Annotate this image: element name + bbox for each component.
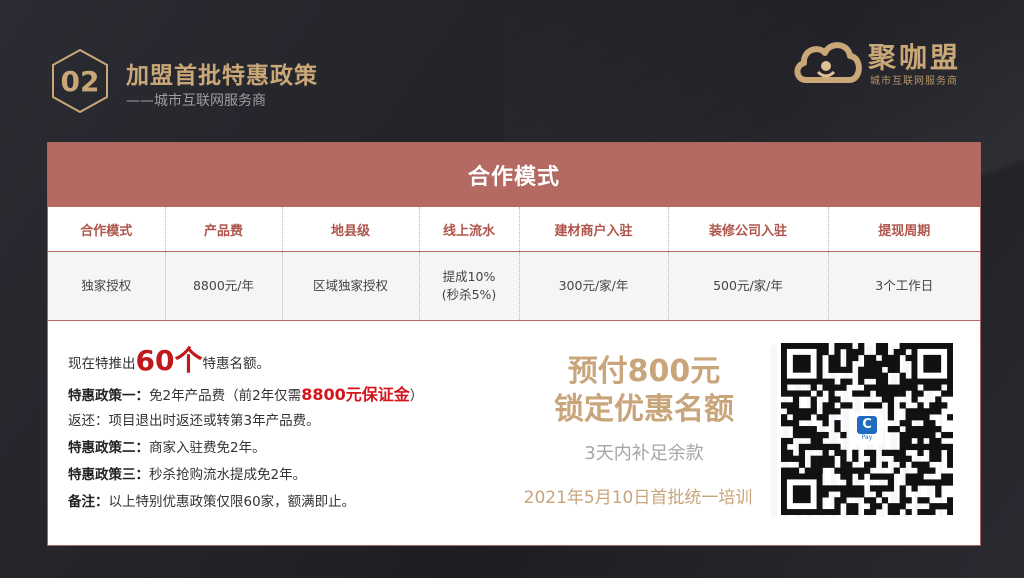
promo-headline: 预付800元 锁定优惠名额 (526, 353, 762, 429)
pay-label: Pay (861, 434, 873, 441)
policy-one-text: 免2年产品费（前2年仅需 (149, 388, 302, 404)
policy-two-label: 特惠政策二： (68, 440, 149, 456)
policy-intro: 现在特推出60个特惠名额。 (68, 343, 538, 379)
policy-three-text: 秒杀抢购流水提成免2年。 (149, 467, 307, 483)
promo-training: 2021年5月10日首批统一培训 (523, 488, 753, 508)
qr-code[interactable]: C Pay (771, 343, 953, 517)
policy-three-label: 特惠政策三： (68, 467, 149, 483)
brand-logo: 聚咖盟 城市互联网服务商 (792, 36, 992, 87)
policy-note: 备注：以上特别优惠政策仅限60家，额满即止。 (68, 489, 538, 516)
table-row: 独家授权 8800元/年 区域独家授权 提成10% (秒杀5%) 300元/家/… (48, 251, 980, 321)
policy-one-close: ） (409, 388, 424, 404)
promo-line-prepay: 预付800元 (567, 354, 721, 389)
page-subtitle: ——城市互联网服务商 (126, 93, 266, 109)
cooperation-table: 合作模式 产品费 地县级 线上流水 建材商户入驻 装修公司入驻 提现周期 独家授… (48, 207, 980, 321)
table-header: 合作模式 (48, 207, 166, 252)
policy-one-label: 特惠政策一： (68, 388, 149, 404)
table-header: 线上流水 (419, 207, 520, 252)
table-cell: 3个工作日 (828, 251, 980, 321)
brand-name: 聚咖盟 (868, 41, 962, 74)
brand-tagline: 城市互联网服务商 (870, 76, 958, 87)
intro-suffix: 特惠名额。 (202, 356, 270, 372)
cloud-logo-icon (794, 42, 862, 83)
page-title: 加盟首批特惠政策 (126, 63, 318, 89)
promo-line-lock: 锁定优惠名额 (554, 392, 734, 427)
cooperation-card: 合作模式 合作模式 产品费 地县级 线上流水 建材商户入驻 装修公司入驻 提现周… (47, 142, 981, 546)
table-cell: 300元/家/年 (519, 251, 669, 321)
section-number: 02 (60, 64, 100, 98)
table-header: 地县级 (282, 207, 420, 252)
table-cell: 独家授权 (48, 251, 166, 321)
pay-badge: C Pay (851, 413, 883, 445)
note-text: 以上特别优惠政策仅限60家，额满即止。 (108, 494, 356, 510)
table-header: 提现周期 (828, 207, 980, 252)
policy-three: 特惠政策三：秒杀抢购流水提成免2年。 (68, 462, 538, 489)
section-badge: 02 (50, 48, 110, 114)
intro-prefix: 现在特推出 (68, 356, 136, 372)
policy-list: 现在特推出60个特惠名额。 特惠政策一：免2年产品费（前2年仅需8800元保证金… (68, 343, 538, 516)
table-cell: 8800元/年 (165, 251, 283, 321)
pay-logo-icon: C (857, 416, 877, 434)
table-cell: 提成10% (秒杀5%) (419, 251, 520, 321)
note-label: 备注： (68, 494, 109, 510)
table-cell: 区域独家授权 (282, 251, 420, 321)
quota-highlight: 60个 (135, 344, 203, 377)
table-header: 产品费 (165, 207, 283, 252)
table-header: 装修公司入驻 (668, 207, 829, 252)
deposit-highlight: 8800元保证金 (301, 385, 410, 404)
promo-balance: 3天内补足余款 (584, 443, 704, 464)
policy-one: 特惠政策一：免2年产品费（前2年仅需8800元保证金） (68, 381, 538, 408)
policy-two: 特惠政策二：商家入驻费免2年。 (68, 435, 538, 462)
card-heading: 合作模式 (48, 143, 980, 207)
policy-refund: 返还：项目退出时返还或转第3年产品费。 (68, 413, 320, 429)
table-cell: 500元/家/年 (668, 251, 829, 321)
policy-two-text: 商家入驻费免2年。 (149, 440, 266, 456)
table-header-row: 合作模式 产品费 地县级 线上流水 建材商户入驻 装修公司入驻 提现周期 (48, 207, 980, 252)
table-header: 建材商户入驻 (519, 207, 669, 252)
